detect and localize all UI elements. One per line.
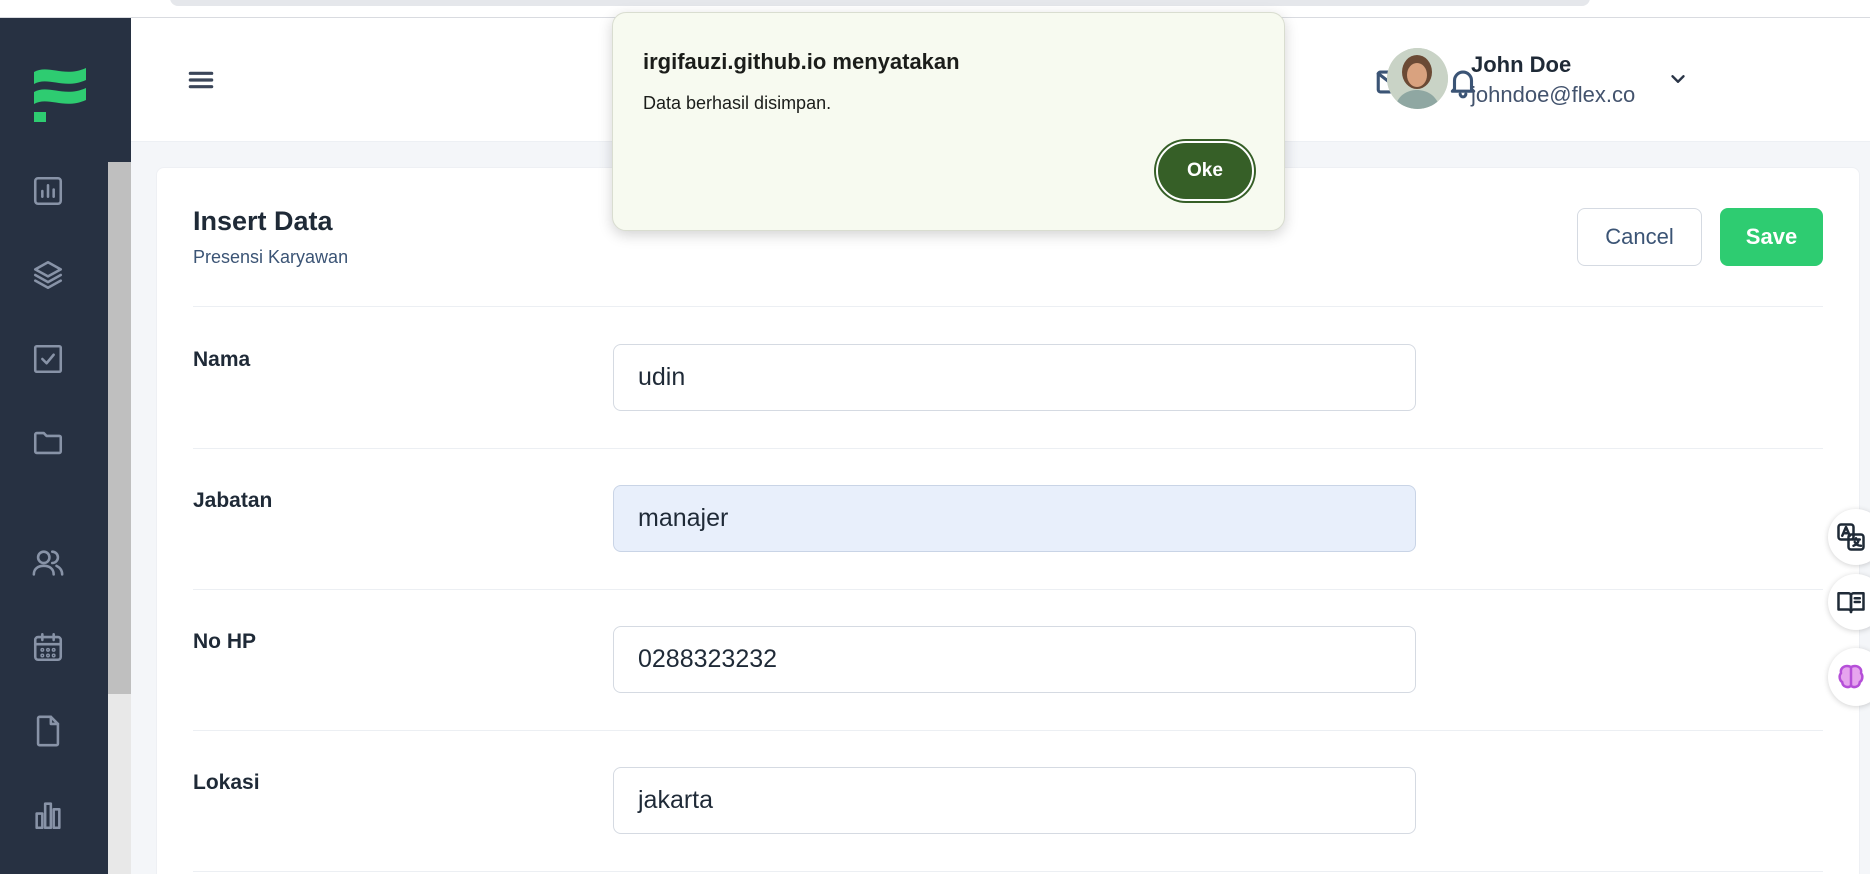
user-name: John Doe — [1471, 52, 1572, 77]
chevron-down-icon — [1671, 75, 1685, 83]
sidebar-item-documents[interactable] — [28, 711, 68, 751]
sidebar-item-tasks[interactable] — [28, 339, 68, 379]
hamburger-menu-button[interactable] — [183, 62, 219, 98]
sidebar-item-dashboard[interactable] — [28, 171, 68, 211]
divider — [193, 589, 1823, 590]
no-hp-input[interactable]: 0288323232 — [613, 626, 1416, 693]
user-photo-icon — [1387, 48, 1448, 109]
user-email: johndoe@flex.co — [1471, 82, 1636, 107]
sidebar-item-calendar[interactable] — [28, 627, 68, 667]
dialog-title: irgifauzi.github.io menyatakan — [643, 49, 960, 74]
field-label-no-hp: No HP — [193, 630, 256, 653]
chart-icon — [33, 176, 63, 206]
page-title: Insert Data — [193, 206, 333, 236]
save-button[interactable]: Save — [1720, 208, 1823, 266]
divider — [193, 871, 1823, 872]
app-logo-icon[interactable] — [30, 60, 90, 124]
brain-icon — [1838, 664, 1864, 689]
sidebar-item-users[interactable] — [28, 543, 68, 583]
reader-icon — [1837, 592, 1865, 614]
checkbox-icon — [33, 344, 63, 374]
dialog-ok-button[interactable]: Oke — [1156, 141, 1254, 201]
avatar[interactable] — [1387, 48, 1448, 109]
calendar-icon — [33, 632, 63, 662]
sidebar-scrollbar-thumb[interactable] — [108, 162, 131, 694]
layers-icon — [33, 260, 63, 290]
user-menu-toggle[interactable] — [1661, 62, 1695, 96]
bar-chart-icon — [35, 802, 61, 830]
lokasi-input[interactable]: jakarta — [613, 767, 1416, 834]
jabatan-input[interactable]: manajer — [613, 485, 1416, 552]
divider — [193, 448, 1823, 449]
sidebar-item-layers[interactable] — [28, 255, 68, 295]
translate-icon — [1837, 523, 1865, 551]
field-label-nama: Nama — [193, 348, 251, 371]
dialog-message: Data berhasil disimpan. — [643, 93, 832, 113]
users-icon — [32, 550, 64, 576]
page-subtitle: Presensi Karyawan — [193, 247, 349, 267]
field-label-jabatan: Jabatan — [193, 489, 273, 512]
cancel-button[interactable]: Cancel — [1577, 208, 1702, 266]
sidebar-item-reports[interactable] — [28, 795, 68, 835]
sidebar-item-folders[interactable] — [28, 423, 68, 463]
folder-icon — [33, 431, 63, 455]
browser-address-pill — [170, 0, 1590, 6]
divider — [193, 730, 1823, 731]
alert-dialog: irgifauzi.github.io menyatakan Data berh… — [612, 12, 1285, 231]
file-icon — [36, 715, 60, 747]
menu-icon — [188, 71, 214, 89]
nama-input[interactable]: udin — [613, 344, 1416, 411]
field-label-lokasi: Lokasi — [193, 771, 260, 794]
divider — [193, 306, 1823, 307]
